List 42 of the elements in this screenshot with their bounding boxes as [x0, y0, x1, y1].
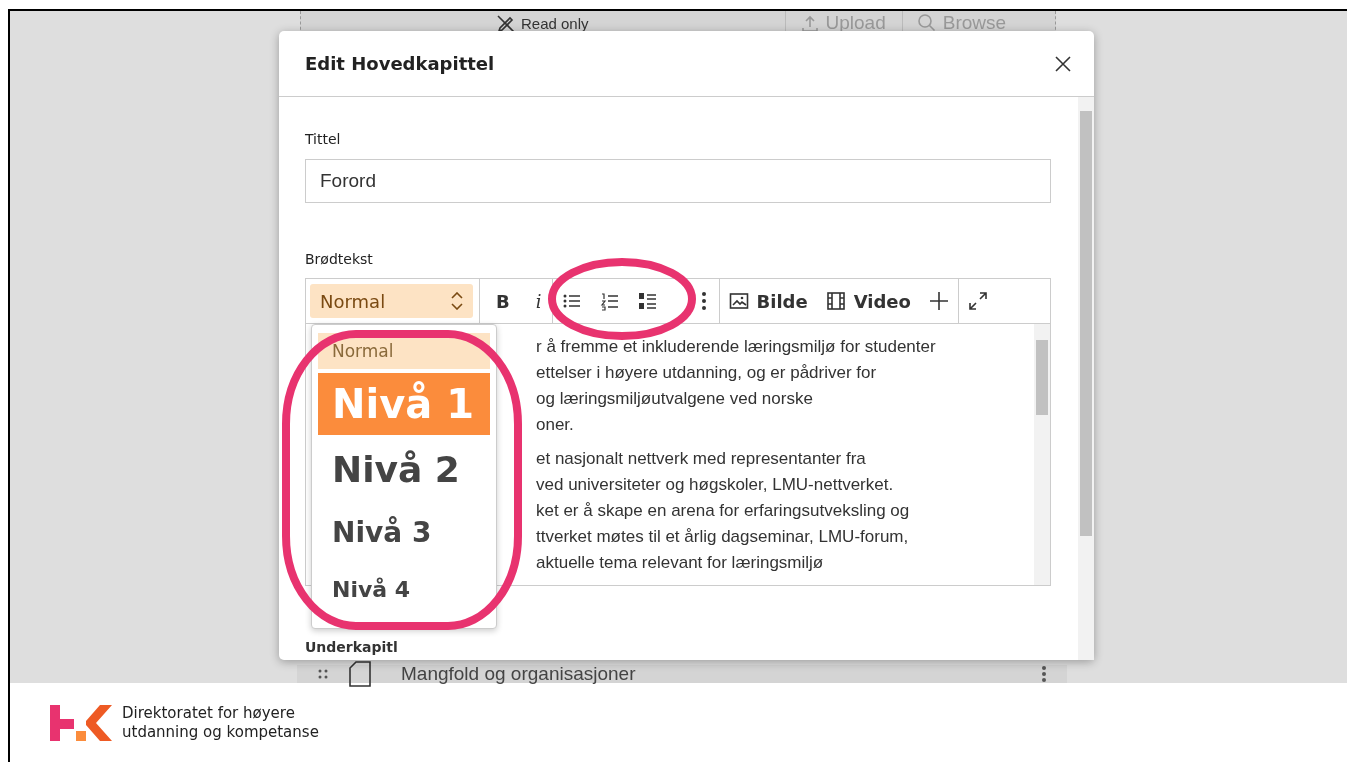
text-line: ttverket møtes til et årlig dagseminar, LMU-forum,: [536, 526, 910, 548]
menu-item[interactable]: Nivå 4: [318, 565, 490, 615]
readonly-button[interactable]: Read only: [481, 11, 603, 35]
section-label: Underkapitl: [305, 639, 399, 655]
scrollbar[interactable]: [1034, 324, 1050, 585]
more-icon: [700, 291, 707, 311]
up-down-caret-icon: [451, 292, 463, 310]
expand-icon: [967, 291, 988, 311]
plus-icon: [928, 291, 949, 311]
text-line: ved universiteter og høgskoler, LMU-nettverket.: [536, 474, 895, 496]
scrollbar[interactable]: [1078, 97, 1094, 660]
more-icon: [1041, 665, 1047, 683]
drag-handle-icon: [317, 668, 329, 680]
numbered-list-icon: [599, 291, 620, 311]
image-button[interactable]: Bilde: [718, 279, 817, 323]
menu-item[interactable]: Nivå 3: [318, 505, 490, 561]
text-line: og læringsmiljøutvalgene ved norske: [536, 388, 814, 410]
film-icon: [825, 291, 846, 311]
text-line: r å fremme et inkluderende læringsmiljø for studenter: [536, 336, 937, 358]
field-label: Tittel: [305, 131, 342, 147]
dialog-title: Edit Hovedkapittel: [305, 53, 495, 74]
text-line: et nasjonalt nettverk med representanter fra: [536, 448, 867, 470]
scrollbar-thumb[interactable]: [1080, 111, 1092, 536]
pencil-off-icon: [495, 13, 515, 33]
close-icon: [1054, 54, 1072, 73]
text-line: aktuelle tema relevant for læringsmiljø: [536, 552, 825, 574]
bold-button[interactable]: B: [479, 279, 526, 323]
scrollbar-thumb[interactable]: [1036, 340, 1048, 415]
document-icon: [349, 661, 371, 687]
image-icon: [728, 291, 749, 311]
organization-name: Direktoratet for høyere utdanning og kompetanse: [122, 703, 319, 742]
menu-item[interactable]: Nivå 2: [318, 439, 490, 501]
italic-button[interactable]: i: [525, 279, 552, 323]
text-line: oner.: [536, 414, 575, 436]
field-label: Brødtekst: [305, 251, 374, 267]
title-input-field[interactable]: Forord: [305, 159, 1051, 203]
video-button[interactable]: Video: [816, 279, 920, 323]
logo-icon: [50, 702, 112, 743]
text-line: ettelser i høyere utdanning, og er pådriver for: [536, 362, 878, 384]
format-select[interactable]: Normal: [310, 284, 473, 318]
text-line: ket er å skape en arena for erfaringsutveksling og: [536, 500, 911, 522]
row-title: Mangfold og organisasjoner: [401, 663, 637, 685]
